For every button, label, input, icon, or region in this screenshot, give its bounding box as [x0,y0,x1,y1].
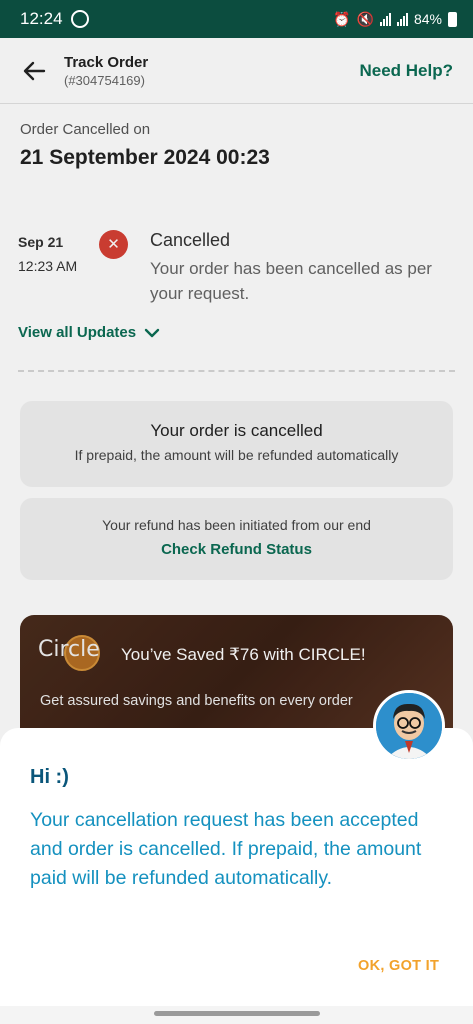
status-time: 12:24 [20,9,63,28]
assistant-face-icon [376,693,442,759]
ok-got-it-button[interactable]: OK, GOT IT [358,958,439,974]
alarm-icon: ⏰ [333,10,351,27]
status-right: ⏰ 🔇 84% [333,11,457,28]
whatsapp-icon [70,10,89,28]
status-left: 12:24 [20,9,89,29]
sheet-greeting: Hi :) [30,766,69,788]
battery-icon [448,11,457,27]
status-bar: 12:24 ⏰ 🔇 84% [0,0,473,38]
mute-icon: 🔇 [356,10,374,27]
signal-icon-2 [396,12,408,26]
battery-percent: 84% [413,11,442,27]
home-gesture-handle[interactable] [154,1011,320,1016]
signal-icon [379,12,391,26]
assistant-avatar [373,690,445,762]
sheet-message: Your cancellation request has been accep… [30,809,422,889]
